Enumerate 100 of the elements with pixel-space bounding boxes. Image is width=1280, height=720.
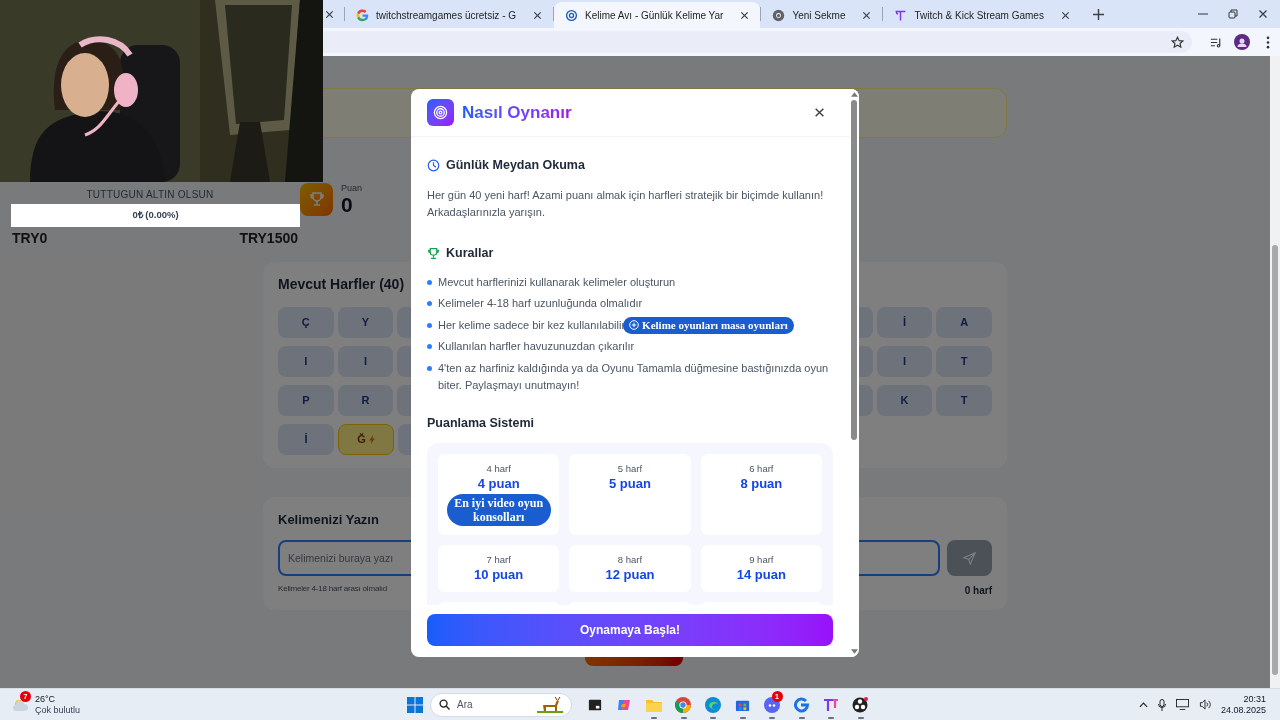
scroll-down-icon[interactable] <box>851 649 858 654</box>
close-icon[interactable] <box>325 9 334 19</box>
google-icon <box>356 8 369 22</box>
trophy-icon <box>427 246 440 260</box>
letter-tile[interactable]: I <box>337 346 394 377</box>
points-value: 5 puan <box>609 474 651 493</box>
bullet-icon <box>427 322 432 328</box>
terminal-icon[interactable] <box>587 697 602 712</box>
search-box[interactable]: Ara <box>430 692 572 717</box>
points-value: 12 puan <box>605 565 655 584</box>
browser-tab[interactable]: twitchstreamgames ücretsiz - G <box>345 2 554 28</box>
bullet-icon <box>427 301 432 306</box>
score-value: 0 <box>341 194 354 216</box>
letter-count: 0 harf <box>964 584 992 598</box>
description: Her gün 40 yeni harf! Azami puanı almak için harfleri stratejik bir biçimde kullanın! Arkadaşlarınızla yarışın. <box>427 187 825 220</box>
clock-date[interactable]: 24.08.2025 <box>1220 704 1266 716</box>
caret-up-icon[interactable] <box>1138 701 1148 708</box>
letter-tile[interactable]: Ğ <box>338 424 394 455</box>
tab-title: Kelime Avı - Günlük Kelime Yar <box>585 8 724 23</box>
t-logo-icon[interactable] <box>822 696 839 713</box>
ad-link[interactable]: Kelime oyunları masa oyunları <box>623 316 794 334</box>
start-icon[interactable] <box>407 696 423 713</box>
t-logo-icon <box>894 8 908 22</box>
letter-tile[interactable]: T <box>936 385 993 416</box>
search-placeholder: Ara <box>457 698 473 712</box>
hint-text: Kelimeler 4-18 harf arası olmalıd <box>278 583 387 595</box>
deer-icon <box>537 696 563 713</box>
bullet-icon <box>427 279 432 285</box>
close-icon[interactable] <box>740 10 750 20</box>
tab-title: Yeni Sekme <box>792 8 846 23</box>
goal-max: TRY1500 <box>239 229 298 247</box>
rule-text: 4'ten az harfiniz kaldığında ya da Oyunu Tamamla düğmesine bastığınızda oyun biter. Paylaşmayı unutmayın! <box>438 360 830 393</box>
clock-icon <box>427 158 440 172</box>
letter-tile[interactable]: Ç <box>278 307 334 338</box>
progress-text: 0₺ (0.00%) <box>132 208 179 223</box>
close-icon[interactable] <box>1060 10 1070 20</box>
weather-cloud-icon[interactable] <box>12 697 30 712</box>
letter-tile[interactable]: A <box>936 307 993 338</box>
letter-tile[interactable]: İ <box>278 424 334 455</box>
letter-count-label: 4 harf <box>486 462 511 475</box>
letter-tile[interactable]: Y <box>337 307 394 338</box>
tab-title: Twitch & Kick Stream Games <box>914 8 1044 23</box>
ad-link[interactable]: En iyi video oyun konsolları <box>446 493 551 526</box>
letter-tile[interactable]: I <box>278 346 334 377</box>
temperature: 26°C <box>35 693 57 705</box>
discord-icon[interactable] <box>763 696 780 713</box>
letter-tile[interactable]: R <box>337 385 394 416</box>
goal-min: TRY0 <box>12 229 48 247</box>
chrome-icon[interactable] <box>675 696 692 713</box>
scroll-up-icon[interactable] <box>851 92 858 97</box>
points-value: 8 puan <box>740 474 783 493</box>
section-heading: Günlük Meydan Okuma <box>446 157 585 174</box>
plus-circle-icon <box>629 320 640 331</box>
rule-text: Kelimeler 4-18 harf uzunluğunda olmalıdır <box>438 296 643 311</box>
letter-tile[interactable]: I <box>876 346 933 377</box>
speaker-icon[interactable] <box>1198 699 1211 710</box>
tab-title: twitchstreamgames ücretsiz - G <box>376 8 517 23</box>
restore-icon[interactable] <box>1228 9 1238 19</box>
section-heading: Kurallar <box>446 244 494 262</box>
microphone-icon[interactable] <box>1157 698 1166 711</box>
points-value: 10 puan <box>474 565 524 584</box>
clock-time[interactable]: 20:31 <box>1243 693 1266 705</box>
goal-title: TUTTUGUN ALTIN OLSUN <box>86 189 214 201</box>
start-button[interactable]: Oynamaya Başla! <box>427 614 833 646</box>
panel-title: Kelimenizi Yazın <box>278 511 379 530</box>
edge-icon[interactable] <box>704 696 721 713</box>
chrome-icon <box>772 8 786 22</box>
scrollbar-thumb[interactable] <box>1272 245 1278 675</box>
obs-icon[interactable] <box>852 696 869 713</box>
browser-tab[interactable]: Yeni Sekme <box>761 2 883 28</box>
bolt-icon <box>368 435 375 444</box>
browser-tab[interactable]: Twitch & Kick Stream Games <box>883 2 1081 28</box>
letter-tile[interactable]: T <box>936 346 993 377</box>
bullet-icon <box>427 365 432 371</box>
score-label: Puan <box>341 182 363 194</box>
close-icon[interactable] <box>1258 9 1268 19</box>
letter-tile[interactable]: P <box>278 385 334 416</box>
close-icon[interactable] <box>862 10 872 20</box>
letter-tile[interactable]: İ <box>876 307 933 338</box>
browser-tab[interactable]: Kelime Avı - Günlük Kelime Yar <box>554 2 761 28</box>
section-heading: Puanlama Sistemi <box>427 415 534 433</box>
close-icon[interactable] <box>814 107 825 118</box>
letter-count-label: 8 harf <box>617 553 643 566</box>
globe-icon <box>565 8 579 22</box>
letter-tile[interactable]: K <box>876 385 933 416</box>
media-icon[interactable] <box>1210 35 1223 49</box>
bookmark-star-icon[interactable] <box>1171 35 1184 49</box>
profile-avatar-icon[interactable] <box>1234 34 1250 50</box>
close-icon[interactable] <box>533 10 543 20</box>
search-icon <box>439 699 450 710</box>
letter-count-label: 6 harf <box>749 462 774 475</box>
weather-condition: Çok bulutlu <box>35 704 81 716</box>
scrollbar-thumb[interactable] <box>851 100 857 440</box>
panel-title: Mevcut Harfler (40) <box>278 274 405 294</box>
letter-count-label: 5 harf <box>617 462 643 475</box>
new-tab-icon[interactable] <box>1092 8 1104 20</box>
menu-icon[interactable] <box>1266 35 1270 49</box>
points-value: 4 puan <box>477 474 520 493</box>
monitor-icon[interactable] <box>1175 699 1189 710</box>
g-logo-icon[interactable] <box>793 696 810 713</box>
